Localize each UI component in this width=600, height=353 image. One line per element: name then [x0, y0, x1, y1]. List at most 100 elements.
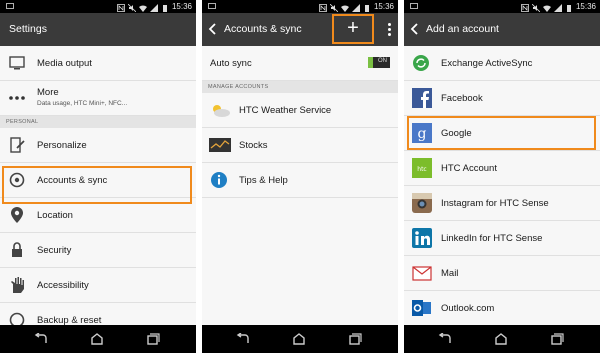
- recent-apps-icon[interactable]: [348, 333, 362, 345]
- lock-icon: [12, 242, 22, 257]
- back-icon[interactable]: [438, 333, 452, 345]
- highlight-google: [407, 116, 596, 150]
- toggle-knob: [368, 57, 373, 68]
- nav-bar: [0, 325, 196, 353]
- exchange-icon: [413, 55, 429, 71]
- page-title: Settings: [9, 23, 47, 35]
- list-item-label: Location: [37, 210, 73, 221]
- home-icon[interactable]: [494, 333, 508, 345]
- list-item-label: Exchange ActiveSync: [441, 58, 533, 69]
- add-account-screen: 15:36 Add an account Exchange ActiveSync…: [404, 0, 600, 353]
- status-time: 15:36: [171, 2, 192, 11]
- mute-icon: [531, 3, 540, 12]
- list-item-media-output[interactable]: Media output: [0, 46, 196, 81]
- page-title: Add an account: [426, 23, 499, 35]
- location-icon: [11, 207, 23, 223]
- home-icon[interactable]: [292, 333, 306, 345]
- wifi-icon: [340, 4, 349, 12]
- recent-apps-icon[interactable]: [550, 333, 564, 345]
- mail-icon: [412, 266, 432, 281]
- wifi-icon: [138, 4, 147, 12]
- list-item-label: Instagram for HTC Sense: [441, 198, 549, 209]
- list-item-instagram[interactable]: Instagram for HTC Sense: [404, 186, 600, 221]
- facebook-icon: [412, 88, 432, 108]
- auto-sync-row[interactable]: Auto sync ON: [202, 46, 398, 81]
- instagram-icon: [412, 193, 432, 213]
- list-item-personalize[interactable]: Personalize: [0, 128, 196, 163]
- list-item-label: HTC Weather Service: [239, 105, 332, 116]
- list-item-label: Facebook: [441, 93, 483, 104]
- auto-sync-label: Auto sync: [210, 58, 252, 69]
- nfc-icon: [117, 3, 125, 12]
- list-item-htc-weather[interactable]: HTC Weather Service: [202, 93, 398, 128]
- highlight-accounts-sync: [2, 166, 192, 204]
- list-item-accessibility[interactable]: Accessibility: [0, 268, 196, 303]
- list-item-label: LinkedIn for HTC Sense: [441, 233, 543, 244]
- weather-icon: [213, 105, 230, 117]
- linkedin-icon: [412, 228, 432, 248]
- media-output-icon: [9, 56, 25, 70]
- accounts-sync-screen: 15:36 Accounts & sync + Auto sync ON MAN…: [202, 0, 398, 353]
- action-bar: Accounts & sync +: [202, 13, 398, 46]
- auto-sync-toggle[interactable]: ON: [368, 57, 390, 68]
- back-icon[interactable]: [34, 333, 48, 345]
- status-bar: 15:36: [202, 0, 398, 13]
- list-item-outlook[interactable]: Outlook.com: [404, 291, 600, 325]
- battery-icon: [162, 4, 167, 12]
- list-item-more[interactable]: More Data usage, HTC Mini+, NFC...: [0, 81, 196, 116]
- section-header-manage-accounts: MANAGE ACCOUNTS: [202, 81, 398, 93]
- sms-icon: [410, 3, 418, 9]
- list-item-label: More: [37, 87, 59, 98]
- signal-icon: [351, 3, 360, 12]
- chevron-left-icon[interactable]: [410, 23, 420, 35]
- list-item-tips-help[interactable]: Tips & Help: [202, 163, 398, 198]
- status-time: 15:36: [373, 2, 394, 11]
- info-icon: [211, 172, 227, 188]
- htc-icon: htc: [412, 158, 432, 178]
- status-bar: 15:36: [404, 0, 600, 13]
- battery-icon: [364, 4, 369, 12]
- home-icon[interactable]: [90, 333, 104, 345]
- list-item-mail[interactable]: Mail: [404, 256, 600, 291]
- nav-bar: [202, 325, 398, 353]
- list-item-sublabel: Data usage, HTC Mini+, NFC...: [37, 100, 128, 107]
- svg-text:htc: htc: [417, 166, 426, 173]
- list-item-label: Personalize: [37, 140, 87, 151]
- nfc-icon: [521, 3, 529, 12]
- settings-screen: 15:36 Settings Media output More Data us…: [0, 0, 196, 353]
- add-account-button[interactable]: +: [332, 14, 374, 44]
- page-title: Accounts & sync: [224, 23, 302, 35]
- list-item-stocks[interactable]: Stocks: [202, 128, 398, 163]
- stocks-icon: [209, 138, 231, 152]
- list-item-label: Mail: [441, 268, 459, 279]
- list-item-label: HTC Account: [441, 163, 497, 174]
- more-dots-icon: [9, 96, 25, 100]
- mute-icon: [329, 3, 338, 12]
- accounts-list: Auto sync ON MANAGE ACCOUNTS HTC Weather…: [202, 46, 398, 325]
- list-item-label: Accessibility: [37, 280, 89, 291]
- chevron-left-icon[interactable]: [208, 23, 218, 35]
- action-bar: Add an account: [404, 13, 600, 46]
- sms-icon: [208, 3, 216, 9]
- list-item-linkedin[interactable]: LinkedIn for HTC Sense: [404, 221, 600, 256]
- personalize-icon: [10, 137, 25, 153]
- status-time: 15:36: [575, 2, 596, 11]
- recent-apps-icon[interactable]: [146, 333, 160, 345]
- backup-icon: [9, 312, 25, 325]
- list-item-label: Outlook.com: [441, 303, 495, 314]
- wifi-icon: [542, 4, 551, 12]
- list-item-backup-reset[interactable]: Backup & reset: [0, 303, 196, 325]
- battery-icon: [566, 4, 571, 12]
- list-item-htc-account[interactable]: htc HTC Account: [404, 151, 600, 186]
- section-header-personal: PERSONAL: [0, 116, 196, 128]
- action-bar: Settings: [0, 13, 196, 46]
- list-item-security[interactable]: Security: [0, 233, 196, 268]
- back-icon[interactable]: [236, 333, 250, 345]
- overflow-menu-icon[interactable]: [388, 23, 392, 37]
- signal-icon: [553, 3, 562, 12]
- list-item-exchange[interactable]: Exchange ActiveSync: [404, 46, 600, 81]
- status-bar: 15:36: [0, 0, 196, 13]
- list-item-facebook[interactable]: Facebook: [404, 81, 600, 116]
- signal-icon: [149, 3, 158, 12]
- nfc-icon: [319, 3, 327, 12]
